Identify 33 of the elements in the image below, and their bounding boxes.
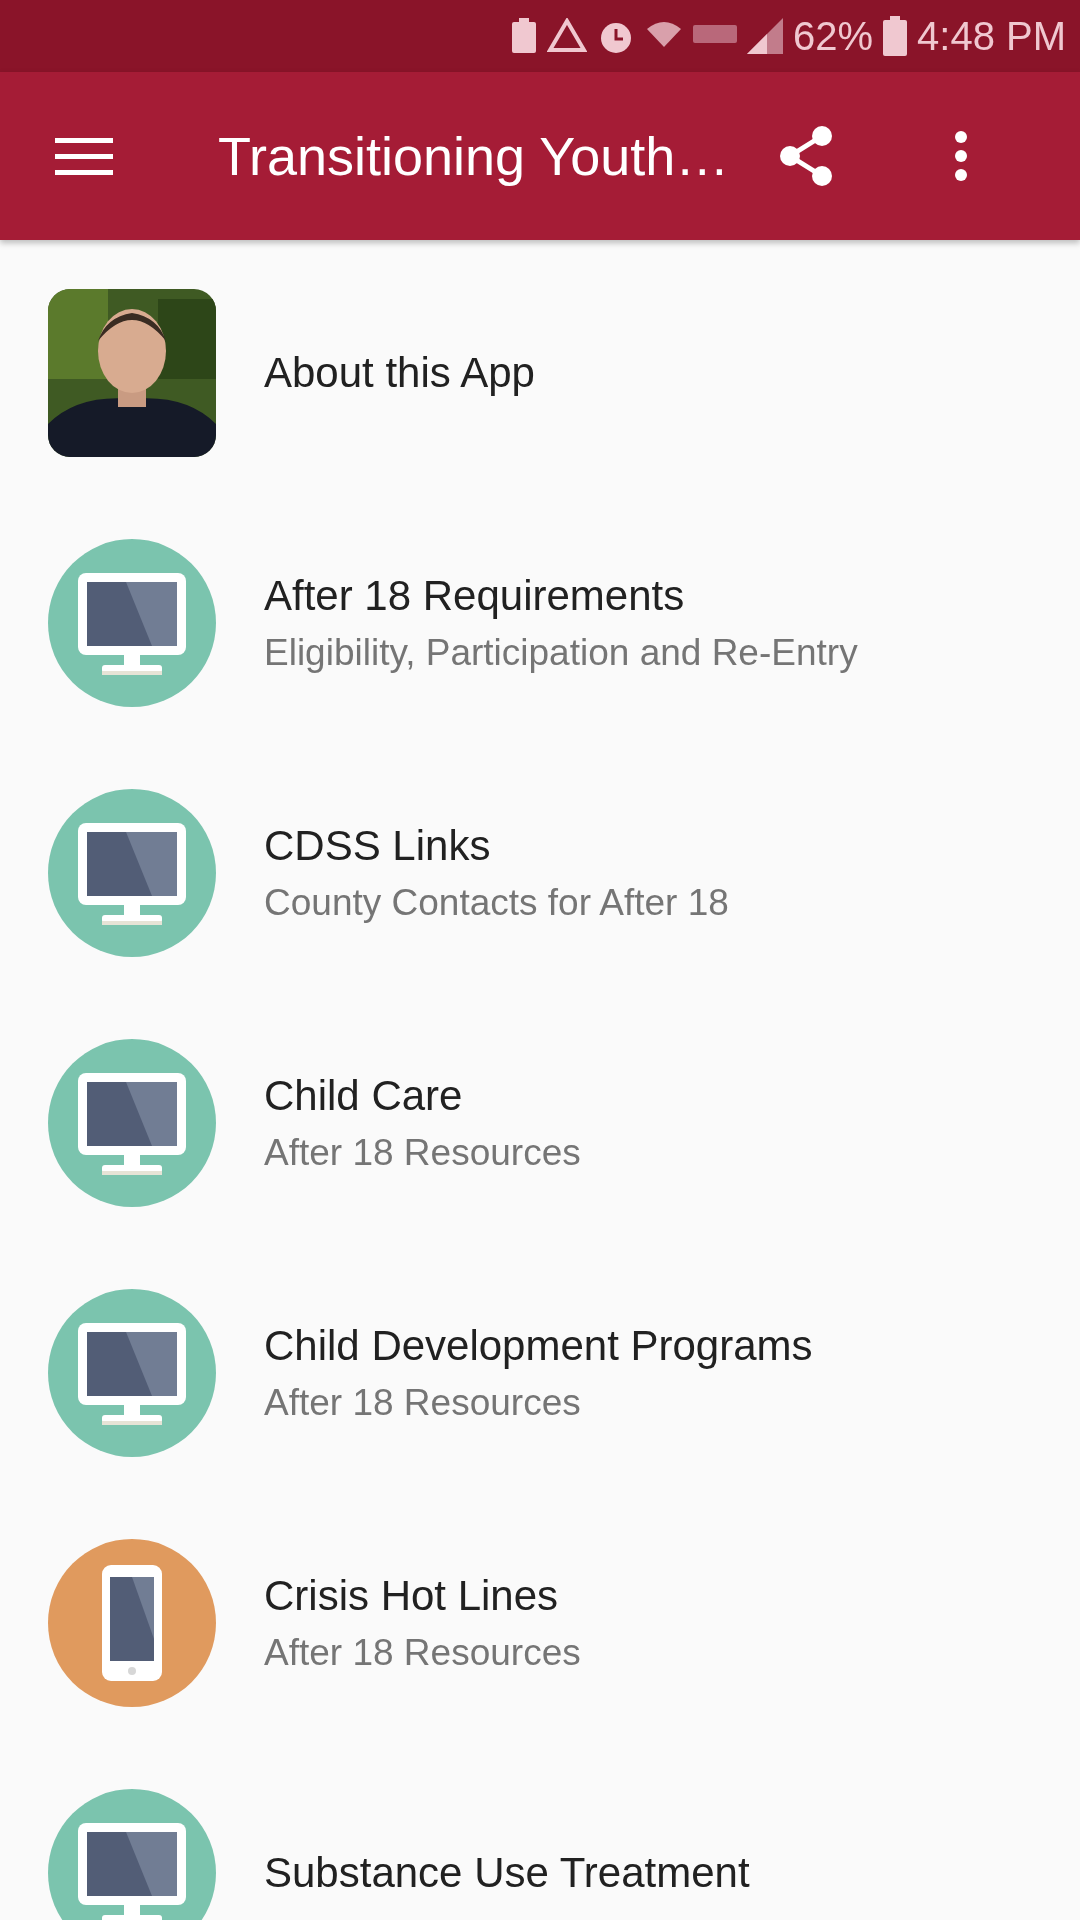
- item-subtitle: After 18 Resources: [264, 1382, 582, 1424]
- app-title: Transitioning Youth…: [218, 125, 731, 187]
- list-item[interactable]: Substance Use Treatment: [0, 1748, 1080, 1920]
- item-title: About this App: [264, 349, 535, 397]
- item-title: Crisis Hot Lines: [264, 1572, 560, 1620]
- status-time: 4:48 PM: [917, 13, 1066, 59]
- item-subtitle: After 18 Resources: [264, 1632, 581, 1674]
- list-item[interactable]: Child Development Programs After 18 Resources: [0, 1248, 1080, 1498]
- monitor-icon: [48, 539, 216, 707]
- battery-percent: 62%: [792, 13, 874, 59]
- more-options-icon[interactable]: [954, 131, 968, 181]
- item-subtitle: After 18 Resources: [264, 1132, 581, 1174]
- item-subtitle: Eligibility, Participation and Re-Entry: [264, 632, 858, 674]
- list-item[interactable]: Crisis Hot Lines After 18 Resources: [0, 1498, 1080, 1748]
- battery-saver-icon: [510, 18, 537, 54]
- menu-icon[interactable]: [55, 136, 113, 176]
- list-item[interactable]: CDSS Links County Contacts for After 18: [0, 748, 1080, 998]
- monitor-icon: [48, 1039, 216, 1207]
- phone-icon: [48, 1539, 216, 1707]
- item-title: Substance Use Treatment: [264, 1849, 750, 1897]
- item-title: Child Care: [264, 1072, 464, 1120]
- battery-icon: [883, 16, 908, 56]
- monitor-icon: [48, 789, 216, 957]
- item-title: Child Development Programs: [264, 1322, 813, 1370]
- signal-icon: [746, 18, 783, 54]
- item-title: After 18 Requirements: [264, 572, 686, 620]
- list-item[interactable]: About this App: [0, 248, 1080, 498]
- item-title: CDSS Links: [264, 822, 492, 870]
- item-subtitle: County Contacts for After 18: [264, 882, 729, 924]
- share-icon[interactable]: [778, 125, 834, 187]
- list-item[interactable]: After 18 Requirements Eligibility, Participation and Re-Entry: [0, 498, 1080, 748]
- monitor-icon: [48, 1289, 216, 1457]
- list-item[interactable]: Child Care After 18 Resources: [0, 998, 1080, 1248]
